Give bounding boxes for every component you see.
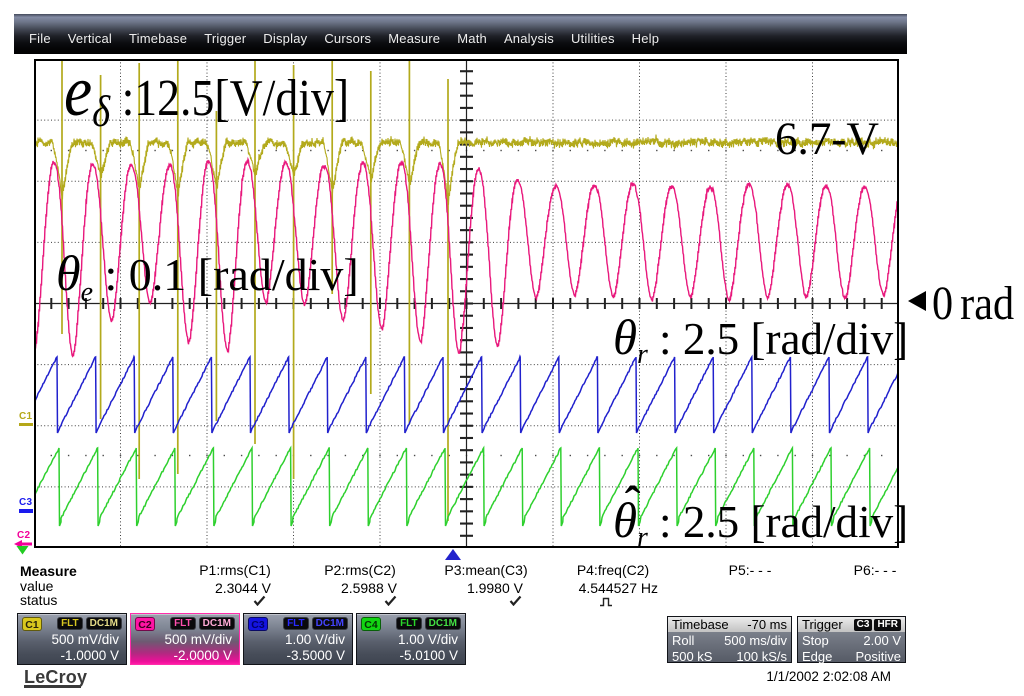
annotation-level-6-7-v: 6.7-V (775, 116, 879, 163)
menu-item-file[interactable]: File (29, 31, 51, 46)
timebase-row-0-key: Roll (672, 633, 694, 648)
annotation-e-delta-scale: eδ :12.5[V/div] (64, 55, 388, 134)
menu-item-display[interactable]: Display (263, 31, 307, 46)
annotation-theta-e-scale: θe : 0.1 [rad/div] (56, 248, 359, 307)
menu-item-utilities[interactable]: Utilities (571, 31, 615, 46)
channel-chip-c3: C3 (248, 617, 268, 631)
trigger-title: Trigger (802, 617, 843, 632)
trigger-row-1-key: Edge (802, 649, 832, 664)
e-delta-rest: :12.5[V/div] (110, 70, 349, 127)
trigger-source-badge-hfr: HFR (874, 619, 901, 631)
theta-r-rest: : 2.5 [rad/div] (648, 313, 908, 364)
marker-dash-c1 (19, 423, 33, 426)
menu-item-math[interactable]: Math (457, 31, 487, 46)
badge-dc1m-c4: DC1M (425, 617, 461, 630)
theta-r-hat-rest: : 2.5 [rad/div] (648, 496, 908, 547)
measure-status-check-icon (509, 595, 522, 609)
menu-item-cursors[interactable]: Cursors (324, 31, 371, 46)
channel-chip-c1: C1 (22, 617, 42, 631)
datetime-label: 1/1/2002 2:02:08 AM (766, 669, 891, 684)
e-delta-sub: δ (92, 87, 110, 136)
zero-rad-arrow-icon (908, 291, 926, 311)
menu-item-analysis[interactable]: Analysis (504, 31, 554, 46)
menu-item-trigger[interactable]: Trigger (204, 31, 246, 46)
measure-param-value: 4.544527 Hz (508, 580, 658, 596)
measure-param-label[interactable]: P4:freq(C2) (538, 562, 688, 578)
theta-r-hat-accent: ˆ (625, 480, 641, 528)
lecroy-logo-underline (24, 685, 81, 688)
badge-flt-c2: FLT (170, 617, 196, 630)
badge-flt-c3: FLT (283, 617, 309, 630)
theta-e-rest: : 0.1 [rad/div] (93, 249, 359, 300)
marker-label-c3: C3 (19, 497, 32, 508)
theta-e-sub: e (81, 277, 93, 308)
timebase-row-1-value: 100 kS/s (736, 649, 787, 664)
theta-e-var: θ (56, 245, 81, 301)
trigger-time-marker[interactable] (445, 549, 461, 560)
measure-status-check-icon (384, 595, 397, 609)
trigger-row-1: Edge Positive (798, 648, 905, 664)
menu-item-help[interactable]: Help (632, 31, 660, 46)
timebase-delay: -70 ms (747, 617, 787, 632)
channel-box-c2[interactable]: C2 FLTDC1M 500 mV/div-2.0000 V (130, 613, 240, 665)
trigger-row-0-key: Stop (802, 633, 829, 648)
timebase-row-0-value: 500 ms/div (724, 633, 787, 648)
trigger-row-0: Stop 2.00 V (798, 632, 905, 648)
badge-dc1m-c1: DC1M (86, 617, 122, 630)
channel-offset-c4: -5.0100 V (399, 648, 458, 663)
status-row-header: status (20, 592, 57, 608)
channel-offset-c2: -2.0000 V (173, 648, 232, 663)
trigger-source-badge-c3: C3 (854, 619, 873, 631)
channel-scale-c4: 1.00 V/div (398, 632, 458, 647)
theta-r-var: θ (613, 309, 637, 365)
badge-dc1m-c2: DC1M (199, 617, 235, 630)
timebase-row-0: Roll 500 ms/div (668, 632, 791, 648)
channel-offset-c3: -3.5000 V (286, 648, 345, 663)
measure-param-label[interactable]: P6:- - - (800, 562, 950, 578)
trigger-row-0-value: 2.00 V (863, 633, 901, 648)
marker-label-c1: C1 (19, 411, 32, 422)
menu-item-timebase[interactable]: Timebase (129, 31, 187, 46)
menu-item-measure[interactable]: Measure (388, 31, 440, 46)
trigger-box[interactable]: Trigger C3HFR Stop 2.00 V Edge Positive (797, 616, 906, 663)
marker-arrow-c4 (16, 546, 29, 555)
channel-scale-c1: 500 mV/div (51, 632, 119, 647)
channel-offset-c1: -1.0000 V (60, 648, 119, 663)
channel-chip-c2: C2 (135, 617, 155, 631)
theta-r-sub: r (637, 339, 648, 370)
timebase-title: Timebase (672, 617, 729, 632)
annotation-theta-r-hat-scale: θ ˆ r : 2.5 [rad/div] (613, 495, 914, 552)
annotation-zero-rad: 0 rad (932, 280, 1014, 328)
measure-param-value: 1.9980 V (373, 580, 523, 596)
measure-row-header: Measure (20, 563, 77, 579)
channel-scale-c2: 500 mV/div (164, 632, 232, 647)
measure-status-check-icon (253, 595, 266, 609)
measure-status-pulse-icon (599, 596, 613, 610)
e-delta-var: e (64, 51, 92, 131)
annotation-theta-r-scale: θr : 2.5 [rad/div] (613, 312, 914, 369)
marker-dash-c3 (19, 509, 33, 513)
timebase-row-1-key: 500 kS (672, 649, 712, 664)
menu-bar: File Vertical Timebase Trigger Display Cursor… (14, 14, 907, 54)
badge-flt-c4: FLT (396, 617, 422, 630)
timebase-row-1: 500 kS 100 kS/s (668, 648, 791, 664)
channel-chip-c4: C4 (361, 617, 381, 631)
channel-scale-c3: 1.00 V/div (285, 632, 345, 647)
channel-box-c4[interactable]: C4 FLTDC1M 1.00 V/div-5.0100 V (356, 613, 466, 665)
badge-flt-c1: FLT (57, 617, 83, 630)
channel-box-c3[interactable]: C3 FLTDC1M 1.00 V/div-3.5000 V (243, 613, 353, 665)
badge-dc1m-c3: DC1M (312, 617, 348, 630)
timebase-box[interactable]: Timebase -70 ms Roll 500 ms/div 500 kS 100 k… (667, 616, 792, 663)
channel-box-c1[interactable]: C1 FLTDC1M 500 mV/div-1.0000 V (17, 613, 127, 665)
trigger-row-1-value: Positive (855, 649, 901, 664)
menu-item-vertical[interactable]: Vertical (68, 31, 112, 46)
